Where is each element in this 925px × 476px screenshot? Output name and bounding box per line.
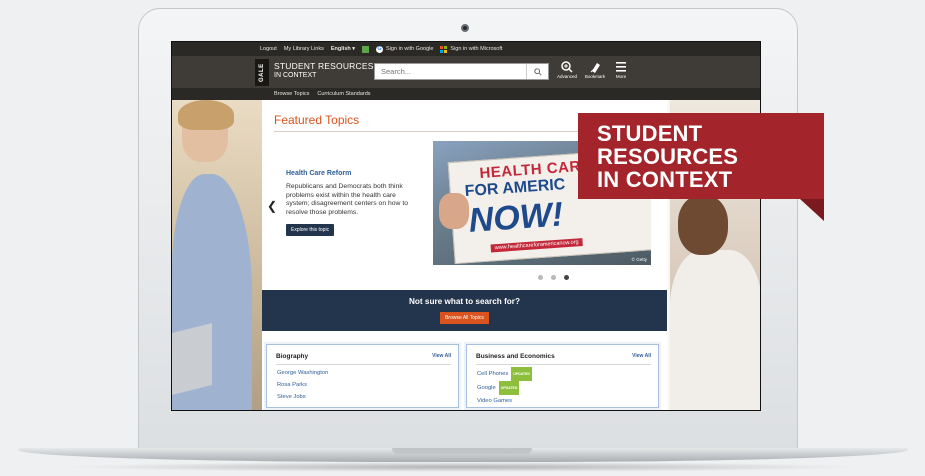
carousel-slide-text: Health Care Reform Republicans and Democ…: [286, 170, 414, 237]
curriculum-standards-link[interactable]: Curriculum Standards: [317, 91, 370, 97]
banner-fold: [800, 199, 824, 221]
product-title[interactable]: STUDENT RESOURCES IN CONTEXT: [274, 61, 374, 79]
google-signin-button[interactable]: G Sign in with Google: [376, 45, 434, 53]
advanced-search-icon: [561, 61, 573, 73]
bookmark-icon: [590, 63, 600, 73]
banner-text: STUDENT RESOURCES IN CONTEXT: [597, 122, 738, 191]
topic-card-biography: Biography View All George Washington Ros…: [266, 344, 459, 408]
carousel-dot-active[interactable]: [564, 275, 569, 280]
list-item[interactable]: Video Games: [477, 395, 532, 407]
more-label: More: [615, 74, 627, 79]
utility-bar: Logout My Library Links English ▾ G Sign…: [172, 42, 760, 56]
menu-icon: [616, 62, 626, 72]
card-list: Cell Phones UPDATED Google UPDATED Video G…: [477, 367, 532, 407]
list-item[interactable]: George Washington: [277, 367, 328, 379]
site-header: GALE STUDENT RESOURCES IN CONTEXT Advanc…: [172, 56, 760, 88]
floor-shadow: [60, 462, 865, 472]
carousel-next-icon[interactable]: ❯: [655, 199, 665, 213]
photo-person-hair: [178, 100, 234, 130]
image-credit: © Getty: [631, 257, 647, 262]
search-input[interactable]: [375, 67, 526, 76]
list-item[interactable]: Steve Jobs: [277, 391, 328, 403]
list-item[interactable]: Rosa Parks: [277, 379, 328, 391]
search-icon: [533, 67, 542, 76]
microsoft-icon: [440, 45, 448, 53]
explore-topic-button[interactable]: Explore this topic: [286, 224, 335, 237]
bookmark-label: Bookmark: [584, 74, 606, 79]
google-icon: G: [376, 45, 384, 53]
more-menu-button[interactable]: More: [608, 60, 634, 79]
view-all-link[interactable]: View All: [432, 353, 451, 359]
google-signin-label: Sign in with Google: [386, 46, 434, 52]
list-item-label: Steve Jobs: [277, 394, 306, 400]
bookmark-button[interactable]: Bookmark: [582, 60, 608, 79]
list-item-label: George Washington: [277, 370, 329, 376]
topic-card-business: Business and Economics View All Cell Pho…: [466, 344, 659, 408]
list-item[interactable]: Google UPDATED: [477, 381, 532, 395]
banner-line2: RESOURCES: [597, 144, 739, 169]
photo-person-shirt: [670, 250, 760, 410]
updated-badge: UPDATED: [498, 381, 520, 395]
carousel-dot[interactable]: [538, 275, 543, 280]
carousel-prev-icon[interactable]: ❮: [267, 199, 277, 213]
list-item-label: Video Games: [477, 398, 513, 404]
list-item[interactable]: Cell Phones UPDATED: [477, 367, 532, 381]
product-banner: STUDENT RESOURCES IN CONTEXT: [578, 113, 824, 199]
browse-topics-link[interactable]: Browse Topics: [274, 91, 309, 97]
sign-url: www.healthcareforamericanow.org: [490, 238, 583, 253]
product-title-line2: IN CONTEXT: [274, 72, 317, 79]
view-all-link[interactable]: View All: [632, 353, 651, 359]
sub-navigation: Browse Topics Curriculum Standards: [172, 88, 760, 100]
promo-question: Not sure what to search for?: [408, 297, 520, 306]
banner-line3: IN CONTEXT: [597, 167, 733, 192]
webcam: [461, 24, 469, 32]
sign-text-line3: NOW!: [467, 195, 565, 240]
list-item-label: Rosa Parks: [277, 382, 307, 388]
background-photo-left: [172, 100, 262, 410]
featured-topics-heading: Featured Topics: [274, 113, 360, 127]
photo-person-head: [678, 195, 728, 255]
card-title: Business and Economics: [476, 353, 555, 360]
product-title-line1: STUDENT RESOURCES: [274, 61, 374, 71]
microsoft-signin-button[interactable]: Sign in with Microsoft: [440, 45, 503, 53]
logout-link[interactable]: Logout: [260, 46, 277, 52]
photo-laptop: [172, 323, 212, 395]
microsoft-signin-label: Sign in with Microsoft: [450, 46, 503, 52]
card-divider: [276, 364, 451, 365]
carousel-dot[interactable]: [551, 275, 556, 280]
list-item-label: Cell Phones: [477, 371, 509, 377]
search-box: [374, 63, 549, 80]
user-icon[interactable]: [362, 45, 370, 53]
slide-description: Republicans and Democrats both think pro…: [286, 183, 409, 216]
advanced-search-button[interactable]: Advanced: [554, 60, 580, 79]
card-divider: [476, 364, 651, 365]
language-select[interactable]: English ▾: [331, 46, 355, 52]
advanced-label: Advanced: [556, 74, 577, 79]
library-links-link[interactable]: My Library Links: [284, 46, 324, 52]
card-list: George Washington Rosa Parks Steve Jobs: [277, 367, 328, 403]
updated-badge: UPDATED: [511, 367, 532, 381]
gale-logo[interactable]: GALE: [255, 59, 269, 86]
laptop-notch: [392, 448, 532, 454]
banner-line1: STUDENT: [597, 121, 703, 146]
slide-heading[interactable]: Health Care Reform: [286, 170, 414, 177]
card-title: Biography: [276, 353, 309, 360]
browse-all-topics-button[interactable]: Browse All Topics: [440, 312, 489, 324]
photo-hand: [439, 193, 469, 229]
list-item-label: Google: [477, 385, 496, 391]
carousel-indicators: [538, 275, 569, 280]
search-button[interactable]: [526, 64, 548, 79]
browse-promo: Not sure what to search for? Browse All …: [262, 290, 667, 331]
laptop-screen: Logout My Library Links English ▾ G Sign…: [171, 41, 761, 411]
